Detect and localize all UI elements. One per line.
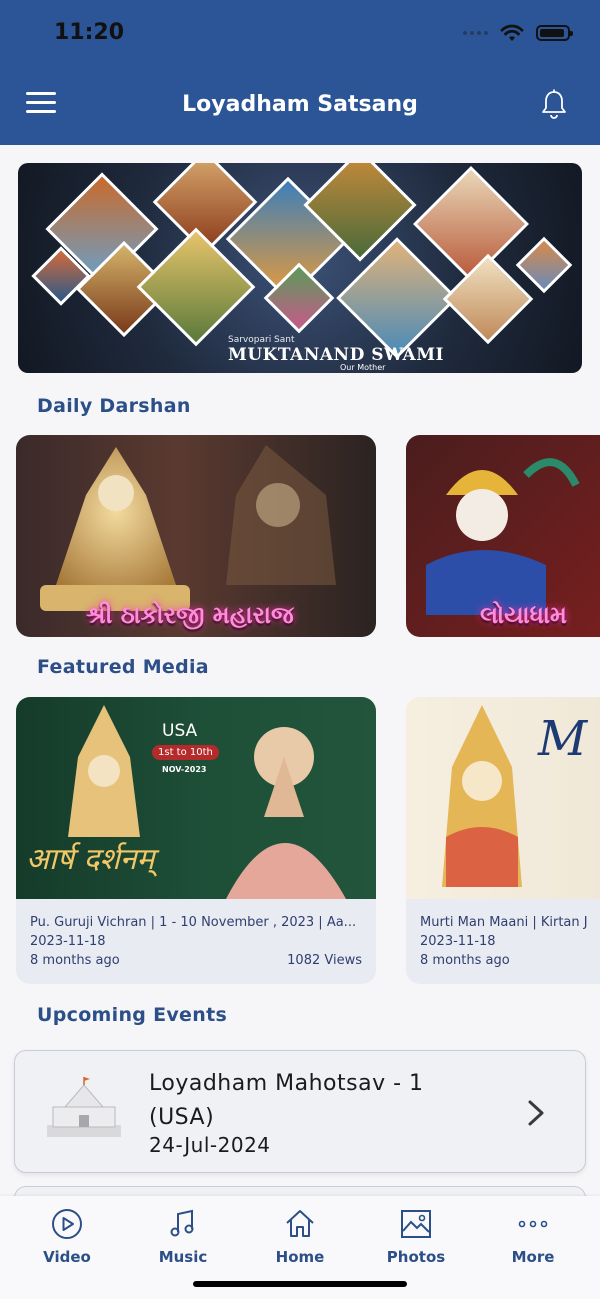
temple-image xyxy=(47,1077,121,1137)
darshan-card[interactable]: લોયાધામ xyxy=(406,435,600,637)
hero-banner[interactable]: Sarvopari Sant MUKTANAND SWAMI Our Mothe… xyxy=(18,163,582,373)
status-time: 11:20 xyxy=(54,20,125,45)
play-circle-icon xyxy=(52,1209,82,1239)
darshan-caption: શ્રી ઠાકોરજી મહારાજ xyxy=(86,601,294,629)
tab-label: Home xyxy=(275,1248,325,1266)
home-icon xyxy=(286,1210,314,1237)
media-info: Pu. Guruji Vichran | 1 - 10 November , 2… xyxy=(30,913,362,970)
media-date: 2023-11-18 xyxy=(420,934,496,949)
media-title: Murti Man Maani | Kirtan J xyxy=(420,915,588,930)
tab-label: More xyxy=(511,1248,555,1266)
tab-photos[interactable]: Photos xyxy=(361,1208,471,1266)
media-thumbnail: M xyxy=(406,697,600,899)
tab-label: Photos xyxy=(386,1248,446,1266)
banner-caption: Sarvopari Sant MUKTANAND SWAMI Our Mothe… xyxy=(228,335,444,372)
signal-dots-icon xyxy=(463,31,488,35)
event-date: 24-Jul-2024 xyxy=(149,1133,271,1157)
upcoming-events-title: Upcoming Events xyxy=(37,1004,228,1026)
darshan-caption: લોયાધામ xyxy=(480,601,567,629)
tab-label: Music xyxy=(158,1248,208,1266)
banner-small-text: Sarvopari Sant xyxy=(228,335,295,345)
tab-label: Video xyxy=(43,1248,91,1266)
poster-text: NOV-2023 xyxy=(162,765,207,774)
banner-big-text: MUKTANAND SWAMI xyxy=(228,345,444,365)
tab-more[interactable]: More xyxy=(478,1208,588,1266)
wifi-icon xyxy=(500,24,524,41)
media-card[interactable]: M Murti Man Maani | Kirtan J 2023-11-18 … xyxy=(406,697,600,984)
tab-home[interactable]: Home xyxy=(245,1208,355,1266)
media-views: 1082 Views xyxy=(287,953,362,968)
media-thumbnail: USA 1st to 10th NOV-2023 आर्ष दर्शनम् xyxy=(16,697,376,899)
event-card[interactable]: Loyadham Mahotsav - 1 (USA) 24-Jul-2024 xyxy=(14,1050,586,1173)
poster-text: आर्ष दर्शनम् xyxy=(26,842,155,877)
media-title: Pu. Guruji Vichran | 1 - 10 November , 2… xyxy=(30,915,357,930)
image-icon xyxy=(401,1210,431,1238)
media-date: 2023-11-18 xyxy=(30,934,106,949)
bell-icon[interactable] xyxy=(538,88,570,120)
status-icons xyxy=(463,24,573,42)
app-header: 11:20 Loyadham Satsang xyxy=(0,0,600,145)
battery-icon xyxy=(536,25,573,41)
media-card[interactable]: USA 1st to 10th NOV-2023 आर्ष दर्शनम् Pu… xyxy=(16,697,376,984)
music-note-icon xyxy=(170,1209,194,1237)
poster-text: 1st to 10th xyxy=(152,745,219,760)
darshan-card[interactable]: શ્રી ઠાકોરજી મહારાજ xyxy=(16,435,376,637)
banner-image-tile xyxy=(515,236,573,294)
daily-darshan-title: Daily Darshan xyxy=(37,395,191,417)
more-dots-icon xyxy=(518,1220,548,1228)
media-info: Murti Man Maani | Kirtan J 2023-11-18 8 … xyxy=(420,913,600,970)
banner-image-tile xyxy=(413,166,529,282)
featured-media-title: Featured Media xyxy=(37,656,209,678)
media-ago: 8 months ago xyxy=(420,953,510,968)
banner-sub-text: Our Mother xyxy=(340,363,386,372)
home-indicator xyxy=(193,1281,407,1287)
poster-text: USA xyxy=(162,721,198,741)
tab-video[interactable]: Video xyxy=(12,1208,122,1266)
event-title: Loyadham Mahotsav - 1 (USA) xyxy=(149,1071,424,1130)
chevron-right-icon[interactable] xyxy=(527,1099,545,1127)
page-title: Loyadham Satsang xyxy=(182,92,418,117)
media-ago: 8 months ago xyxy=(30,953,120,968)
tab-music[interactable]: Music xyxy=(128,1208,238,1266)
poster-text: M xyxy=(538,711,588,767)
